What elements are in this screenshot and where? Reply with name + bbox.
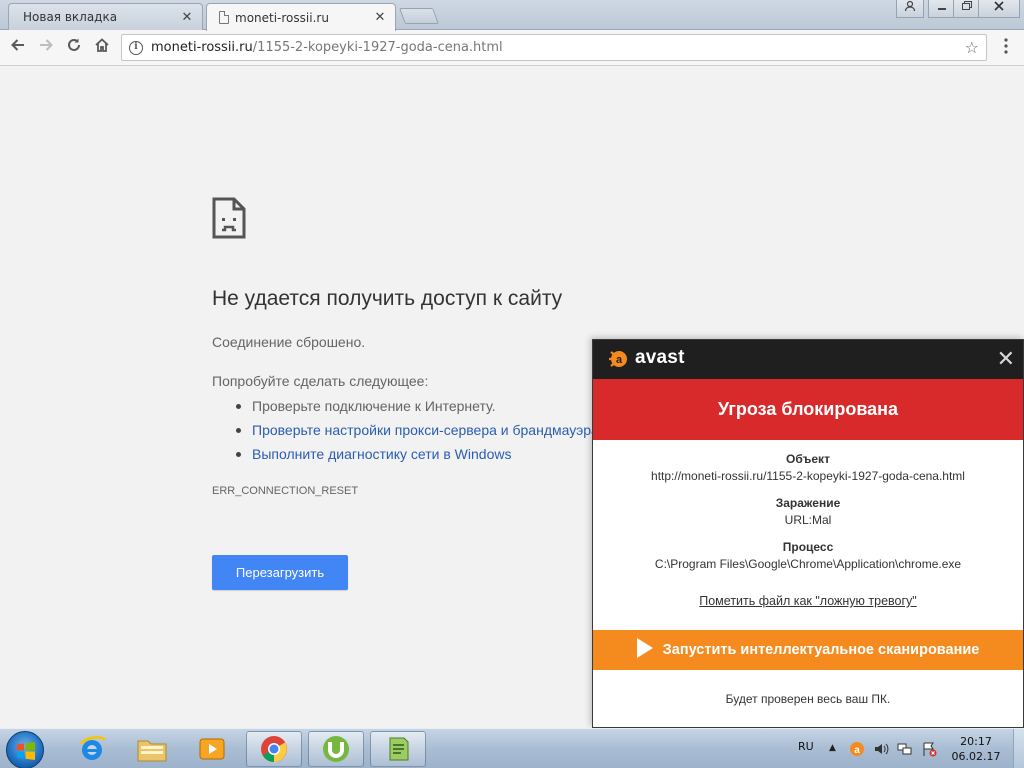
new-tab-button[interactable] [399, 8, 439, 24]
chrome-icon[interactable] [246, 731, 302, 767]
user-profile-icon[interactable] [896, 0, 924, 18]
close-tab-icon[interactable]: ✕ [371, 10, 389, 25]
error-title: Не удается получить доступ к сайту [212, 287, 563, 310]
error-subtitle: Соединение сброшено. [212, 334, 366, 350]
language-indicator[interactable]: RU [798, 740, 814, 753]
utorrent-icon[interactable] [308, 731, 364, 767]
reload-button[interactable]: Перезагрузить [212, 555, 348, 590]
ie-icon[interactable] [64, 731, 120, 767]
smart-scan-button[interactable]: Запустить интеллектуальное сканирование [593, 630, 1023, 670]
windows-logo-icon [17, 742, 35, 760]
avast-header: a avast ✕ [593, 340, 1023, 379]
tab-moneti-rossii[interactable]: moneti-rossii.ru ✕ [206, 3, 396, 31]
url-text: moneti-rossii.ru/1155-2-kopeyki-1927-god… [151, 40, 503, 55]
svg-text:a: a [854, 745, 860, 756]
home-icon[interactable] [90, 36, 114, 60]
reload-icon[interactable] [62, 36, 86, 60]
action-center-flag-icon[interactable] [921, 741, 937, 757]
arrow-left-icon[interactable] [6, 36, 30, 60]
kebab-menu-icon[interactable] [996, 38, 1016, 58]
notepad-icon[interactable] [370, 731, 426, 767]
show-hidden-icons-icon[interactable]: ▲ [829, 743, 836, 753]
threat-blocked-banner: Угроза блокирована [593, 379, 1023, 440]
field-value: C:\Program Files\Google\Chrome\Applicati… [654, 557, 962, 571]
suggestions-list: Проверьте подключение к Интернету. Прове… [232, 395, 603, 467]
svg-text:a: a [616, 354, 623, 366]
media-player-icon[interactable] [184, 731, 240, 767]
tab-title: moneti-rossii.ru [235, 10, 329, 25]
avast-notification: a avast ✕ Угроза блокирована Объект http… [592, 339, 1024, 728]
star-icon[interactable]: ☆ [965, 38, 979, 57]
avast-brand: avast [635, 347, 685, 368]
page-icon [219, 11, 229, 24]
info-icon[interactable]: i [129, 40, 143, 55]
tab-strip: Новая вкладка ✕ moneti-rossii.ru ✕ [0, 0, 1024, 31]
process-field: Процесс C:\Program Files\Google\Chrome\A… [593, 540, 1023, 571]
tab-title: Новая вкладка [23, 10, 118, 24]
object-field: Объект http://moneti-rossii.ru/1155-2-ko… [593, 452, 1023, 483]
tab-new-tab[interactable]: Новая вкладка ✕ [8, 3, 203, 30]
address-bar[interactable]: i moneti-rossii.ru/1155-2-kopeyki-1927-g… [121, 34, 987, 61]
suggestion-check-connection: Проверьте подключение к Интернету. [232, 395, 603, 419]
close-icon[interactable]: ✕ [997, 347, 1015, 371]
clock-time: 20:17 [960, 735, 992, 748]
infection-field: Заражение URL:Mal [593, 496, 1023, 527]
play-icon [636, 638, 653, 659]
network-icon[interactable] [897, 741, 913, 757]
sad-page-icon [212, 197, 246, 239]
suggestion-diagnostics-link[interactable]: Выполните диагностику сети в Windows [232, 443, 603, 467]
close-tab-icon[interactable]: ✕ [178, 10, 196, 25]
scan-footnote: Будет проверен весь ваш ПК. [725, 692, 891, 706]
system-clock[interactable]: 20:17 06.02.17 [946, 734, 1006, 764]
minimize-window-icon[interactable] [928, 0, 956, 18]
windows-taskbar: RU ▲ a 20:17 06.02.17 [0, 728, 1024, 768]
smart-scan-label: Запустить интеллектуальное сканирование [662, 642, 980, 658]
clock-date: 06.02.17 [951, 750, 1001, 763]
field-label: Процесс [782, 540, 834, 554]
show-desktop-button[interactable] [1013, 729, 1024, 768]
arrow-right-icon[interactable] [34, 36, 58, 60]
field-value: URL:Mal [784, 513, 832, 527]
suggestions-heading: Попробуйте сделать следующее: [212, 373, 429, 389]
restore-window-icon[interactable] [953, 0, 981, 18]
field-label: Заражение [775, 496, 841, 510]
field-label: Объект [786, 452, 830, 466]
suggestion-proxy-link[interactable]: Проверьте настройки прокси-сервера и бра… [232, 419, 603, 443]
false-positive-link[interactable]: Пометить файл как "ложную тревогу" [593, 594, 1023, 608]
error-code: ERR_CONNECTION_RESET [212, 485, 359, 497]
browser-toolbar: i moneti-rossii.ru/1155-2-kopeyki-1927-g… [0, 30, 1024, 66]
avast-logo-icon: a [609, 351, 627, 367]
field-value: http://moneti-rossii.ru/1155-2-kopeyki-1… [651, 469, 965, 483]
close-window-icon[interactable] [978, 0, 1020, 18]
volume-icon[interactable] [873, 741, 889, 757]
explorer-icon[interactable] [124, 731, 180, 767]
avast-tray-icon[interactable]: a [849, 741, 865, 757]
start-button[interactable] [6, 731, 44, 768]
